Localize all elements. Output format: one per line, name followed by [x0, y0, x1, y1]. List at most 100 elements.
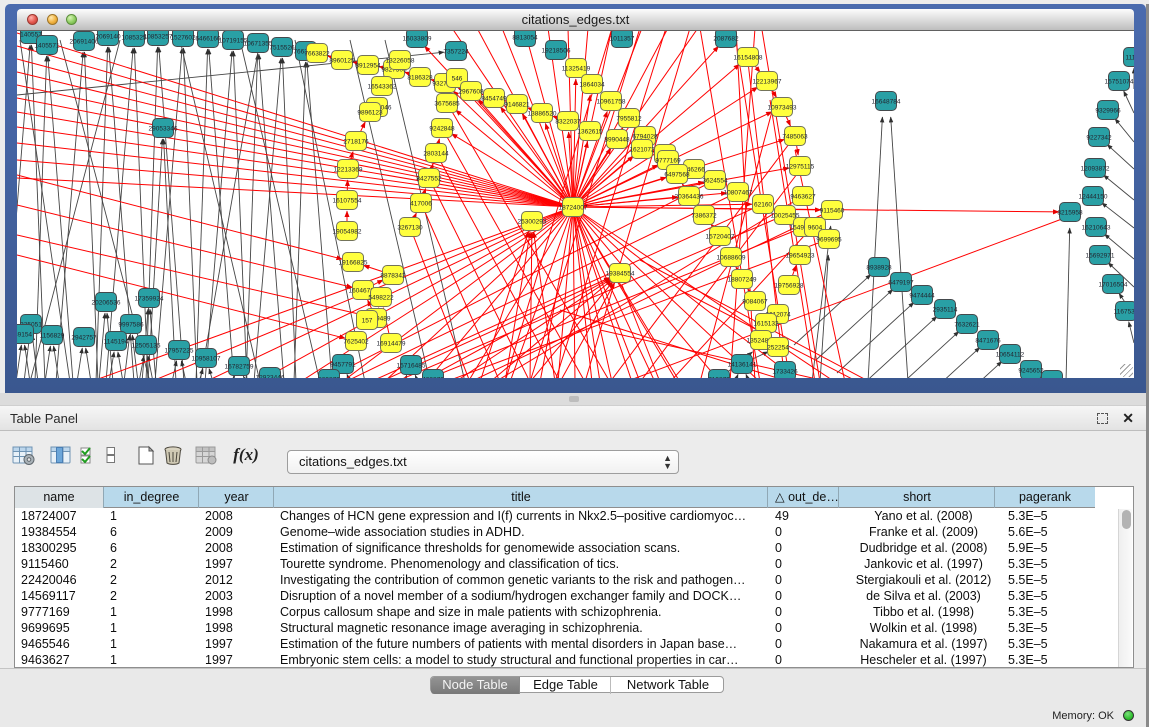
svg-text:19654923: 19654923: [786, 252, 815, 259]
svg-text:16107554: 16107554: [333, 197, 362, 204]
svg-text:25300293: 25300293: [518, 218, 547, 225]
svg-text:8215958: 8215958: [1057, 209, 1083, 216]
svg-text:19166825: 19166825: [339, 259, 368, 266]
svg-text:5498222: 5498222: [368, 294, 394, 301]
svg-text:f(x): f(x): [233, 445, 258, 464]
svg-text:252254: 252254: [767, 344, 789, 351]
svg-text:16782759: 16782759: [225, 363, 254, 370]
svg-text:1362615: 1362615: [577, 128, 603, 135]
svg-text:12444150: 12444150: [1079, 193, 1108, 200]
svg-text:157: 157: [362, 317, 373, 324]
svg-text:9146821: 9146821: [504, 101, 530, 108]
svg-text:12213369: 12213369: [334, 166, 363, 173]
svg-text:8471676: 8471676: [975, 337, 1001, 344]
svg-text:9245652: 9245652: [1018, 367, 1044, 374]
svg-text:2942757: 2942757: [71, 334, 97, 341]
svg-text:16210643: 16210643: [1082, 224, 1111, 231]
svg-text:2069140: 2069140: [95, 33, 121, 40]
svg-text:9227342: 9227342: [1086, 134, 1112, 141]
svg-text:7386372: 7386372: [691, 212, 717, 219]
svg-text:12923446: 12923446: [256, 374, 285, 378]
svg-text:20206536: 20206536: [92, 299, 121, 306]
svg-text:9084067: 9084067: [742, 298, 768, 305]
svg-text:10654112: 10654112: [996, 351, 1025, 358]
svg-text:9242848: 9242848: [429, 125, 455, 132]
svg-text:8990448: 8990448: [604, 136, 630, 143]
svg-text:719379: 719379: [708, 376, 730, 378]
svg-text:15720407: 15720407: [706, 233, 735, 240]
svg-text:7515526: 7515526: [269, 44, 295, 51]
svg-text:18724007: 18724007: [559, 204, 588, 211]
svg-text:9329966: 9329966: [1095, 107, 1121, 114]
svg-text:17957225: 17957225: [165, 347, 194, 354]
svg-text:2087682: 2087682: [713, 35, 739, 42]
svg-text:8960125: 8960125: [329, 57, 355, 64]
svg-text:12093872: 12093872: [1081, 165, 1110, 172]
svg-text:9474444: 9474444: [909, 292, 935, 299]
svg-text:19218506: 19218506: [542, 47, 571, 54]
svg-text:7357224: 7357224: [443, 48, 469, 55]
svg-text:14136141: 14136141: [728, 361, 757, 368]
svg-text:11124: 11124: [1125, 54, 1134, 61]
svg-text:16154808: 16154808: [734, 54, 763, 61]
svg-text:19756928: 19756928: [775, 282, 804, 289]
svg-text:8186328: 8186328: [407, 74, 433, 81]
svg-text:2967608: 2967608: [458, 88, 484, 95]
svg-text:433379: 433379: [422, 376, 444, 378]
svg-text:7632621: 7632621: [954, 321, 980, 328]
svg-text:1167534: 1167534: [1114, 308, 1134, 315]
svg-text:11325419: 11325419: [562, 65, 591, 72]
svg-text:10973493: 10973493: [768, 104, 797, 111]
svg-text:12505135: 12505135: [132, 342, 161, 349]
svg-text:10961758: 10961758: [597, 98, 626, 105]
svg-text:10807467: 10807467: [724, 189, 753, 196]
svg-text:1156829: 1156829: [40, 332, 65, 339]
svg-text:2803144: 2803144: [423, 150, 449, 157]
svg-text:62160: 62160: [754, 201, 772, 208]
svg-text:9777169: 9777169: [655, 157, 681, 164]
svg-text:12975115: 12975115: [786, 163, 815, 170]
svg-text:1145194: 1145194: [104, 338, 129, 345]
svg-text:1864034: 1864034: [579, 81, 605, 88]
svg-text:13226058: 13226058: [386, 57, 415, 64]
svg-text:20364436: 20364436: [675, 193, 704, 200]
svg-text:16543362: 16543362: [368, 83, 397, 90]
svg-text:2718176: 2718176: [343, 138, 369, 145]
svg-text:417006: 417006: [410, 200, 432, 207]
svg-text:10853257: 10853257: [144, 33, 173, 40]
svg-text:7625402: 7625402: [343, 338, 369, 345]
svg-text:15716485: 15716485: [397, 362, 426, 369]
svg-text:8813054: 8813054: [512, 34, 538, 41]
svg-text:9699695: 9699695: [816, 236, 842, 243]
svg-text:8878342: 8878342: [380, 272, 406, 279]
svg-text:1405571: 1405571: [34, 42, 60, 49]
svg-text:1011357: 1011357: [610, 35, 635, 42]
svg-text:29053346: 29053346: [149, 125, 178, 132]
svg-text:924565: 924565: [1041, 377, 1063, 378]
svg-text:15692971: 15692971: [1086, 252, 1115, 259]
svg-text:1527602: 1527602: [170, 34, 196, 41]
svg-text:7663822: 7663822: [304, 50, 330, 57]
svg-text:19384554: 19384554: [606, 270, 635, 277]
svg-text:3675685: 3675685: [434, 100, 460, 107]
svg-text:16033809: 16033809: [403, 35, 432, 42]
svg-text:546: 546: [452, 75, 463, 82]
svg-text:9997586: 9997586: [118, 321, 144, 328]
svg-text:16914479: 16914479: [377, 340, 406, 347]
svg-text:9896123: 9896123: [357, 109, 383, 116]
svg-text:10958107: 10958107: [192, 355, 221, 362]
svg-text:9115460: 9115460: [820, 207, 845, 214]
svg-text:7485063: 7485063: [782, 133, 808, 140]
svg-text:1733426: 1733426: [772, 368, 798, 375]
svg-text:6497568: 6497568: [664, 171, 690, 178]
svg-text:12213967: 12213967: [753, 78, 782, 85]
svg-text:16648784: 16648784: [872, 98, 901, 105]
svg-text:9463627: 9463627: [790, 193, 816, 200]
svg-text:8912954: 8912954: [355, 62, 381, 69]
svg-text:8427552: 8427552: [416, 175, 442, 182]
svg-text:3624554: 3624554: [702, 177, 728, 184]
svg-text:15751074: 15751074: [1105, 78, 1134, 85]
svg-text:19054982: 19054982: [333, 228, 362, 235]
svg-text:9457791: 9457791: [330, 361, 356, 368]
svg-text:39154: 39154: [17, 331, 32, 338]
